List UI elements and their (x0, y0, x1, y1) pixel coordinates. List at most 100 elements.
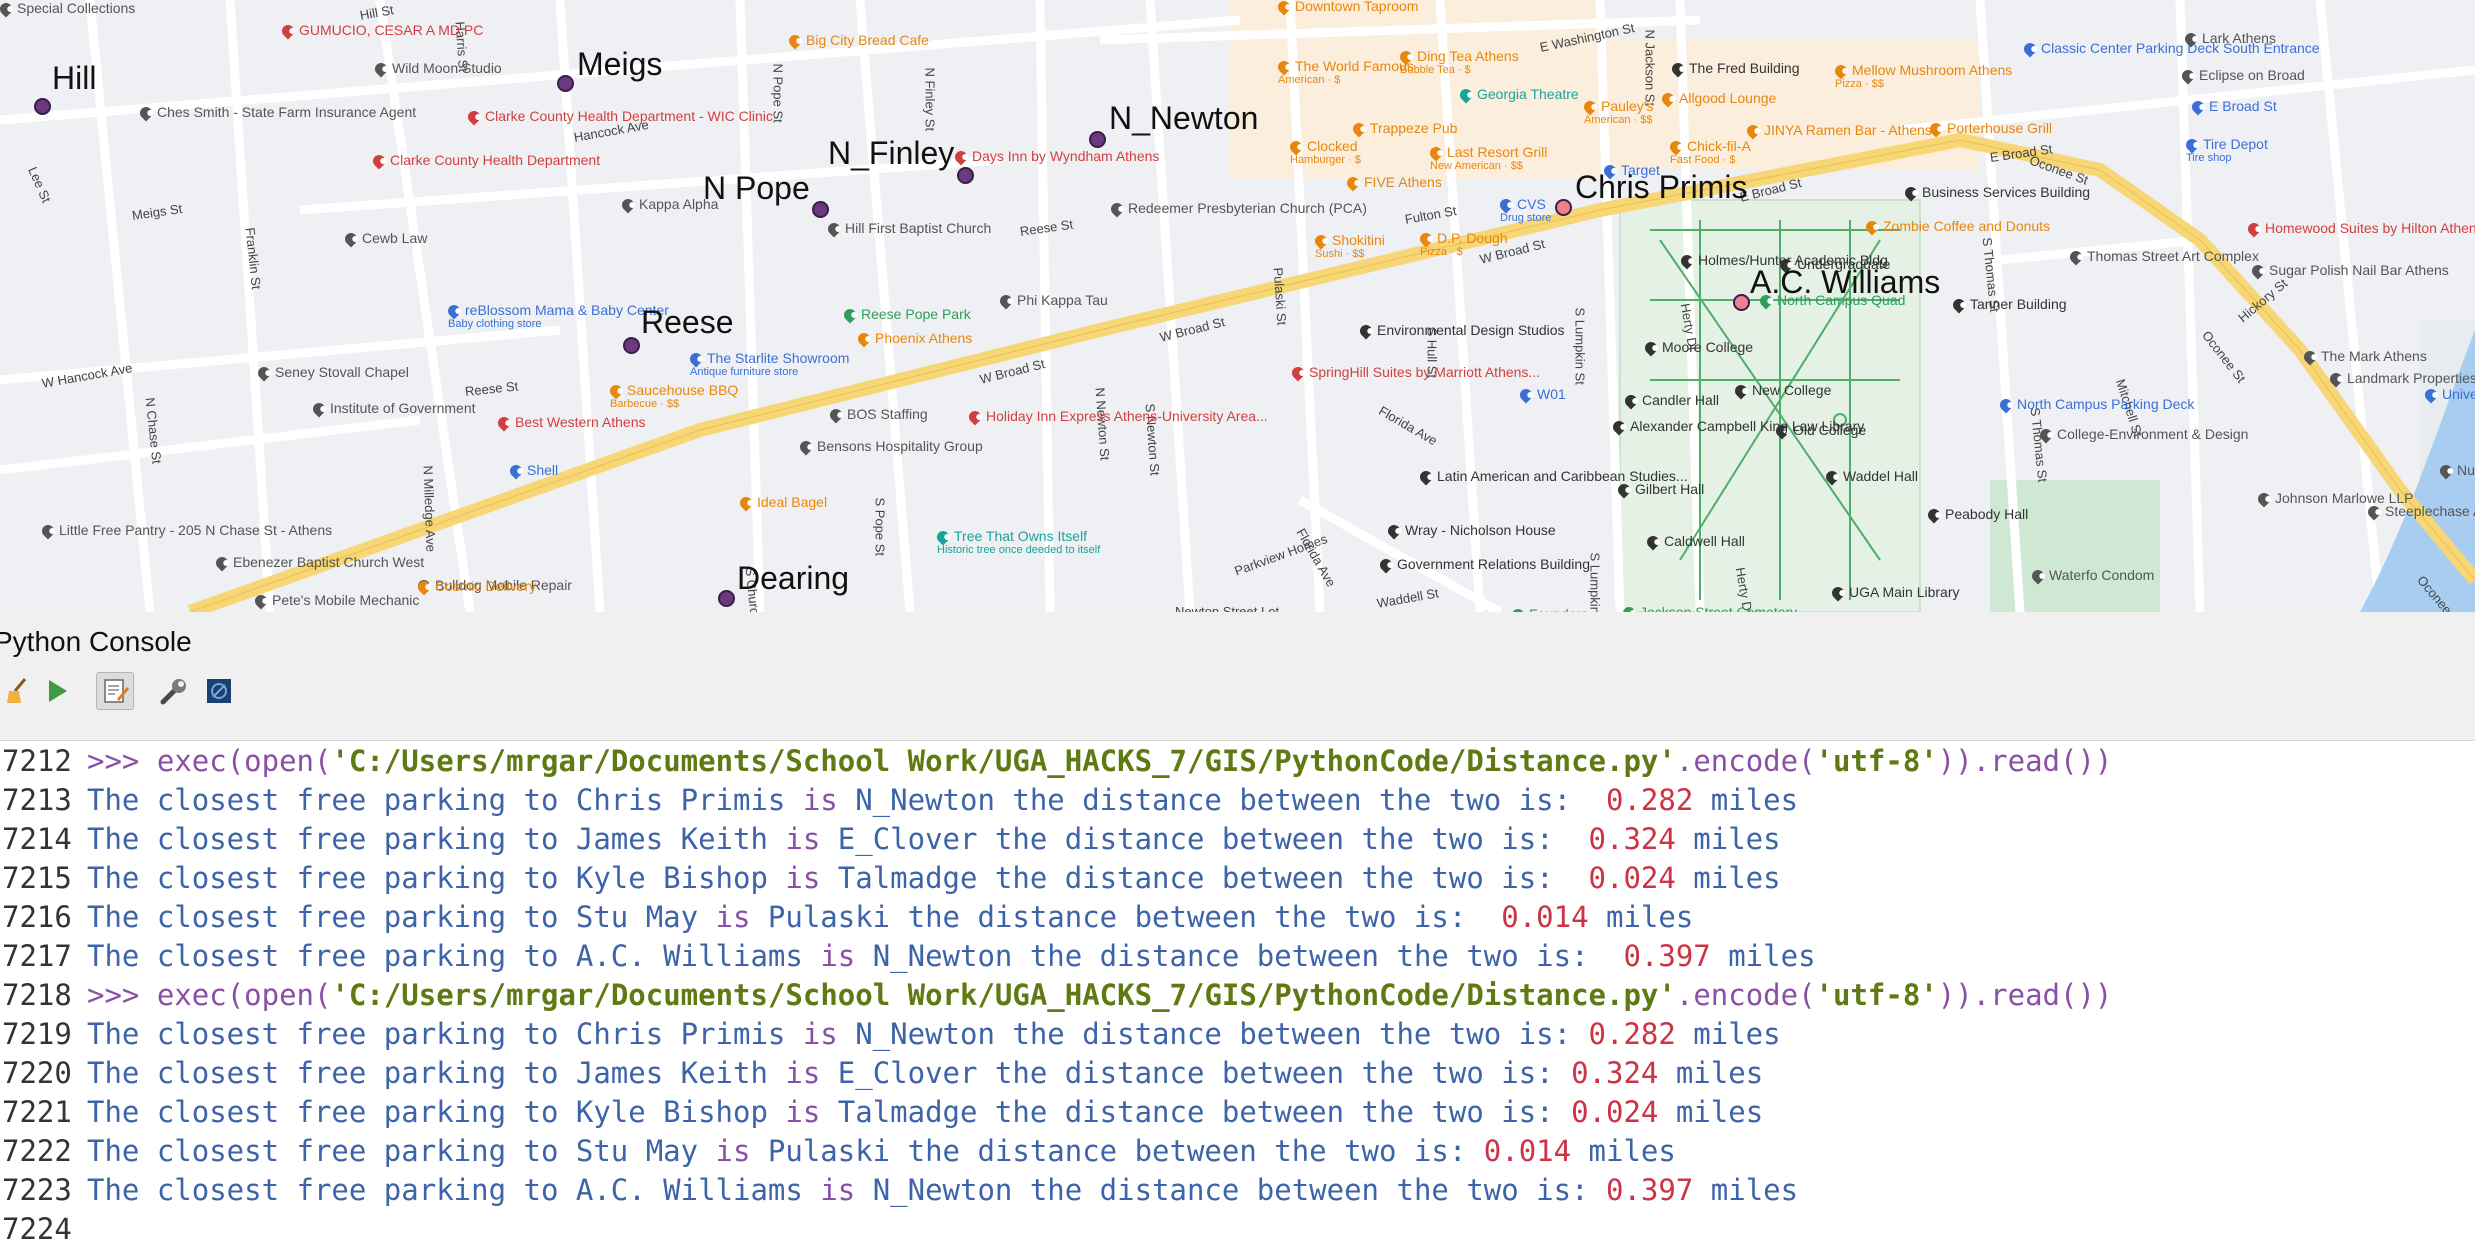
map-point-marker[interactable] (718, 590, 735, 607)
map-poi[interactable]: Wray - Nicholson House (1385, 522, 1556, 540)
map-poi[interactable]: Eclipse on Broad (2179, 67, 2305, 85)
map-poi[interactable]: Peabody Hall (1925, 506, 2028, 524)
map-poi[interactable]: Tree That Owns Itself Historic tree once … (934, 528, 1100, 557)
map-poi[interactable]: Jackson Street Cemetery (1620, 604, 1797, 612)
map-poi[interactable]: Clarke County Health Department - WIC Cl… (465, 108, 773, 126)
map-pin-icon (1385, 522, 1403, 540)
console-output[interactable]: 7212 >>> exec(open('C:/Users/mrgar/Docume… (0, 742, 2475, 1249)
map-poi[interactable]: Cewb Law (342, 230, 427, 248)
map-point-marker[interactable] (557, 75, 574, 92)
map-point-marker[interactable] (1089, 131, 1106, 148)
map-poi[interactable]: Ebenezer Baptist Church West (213, 554, 424, 572)
map-poi[interactable]: Candler Hall (1622, 392, 1719, 410)
map-poi[interactable]: reBlossom Mama & Baby Center Baby clothin… (445, 302, 669, 331)
map-pin-icon (1678, 252, 1696, 270)
map-poi[interactable]: Thomas Street Art Complex (2067, 248, 2259, 266)
map-poi[interactable]: Waterfo Condom (2029, 567, 2154, 585)
settings-button[interactable] (155, 672, 193, 710)
map-point-marker[interactable] (1555, 199, 1572, 216)
map-poi[interactable]: Phi Kappa Tau (997, 292, 1108, 310)
map-poi[interactable]: FIVE Athens (1344, 174, 1442, 192)
map-poi[interactable]: Clocked Hamburger · $ (1287, 138, 1361, 167)
map-poi[interactable]: The Fred Building (1669, 60, 1800, 78)
map-poi[interactable]: Environmental Design Studios (1357, 322, 1565, 340)
map-poi[interactable]: Ding Tea Athens Bubble Tea · $ (1397, 48, 1519, 77)
map-poi[interactable]: Nuci's Space - Musicians Resource Center (2437, 462, 2475, 480)
map-poi[interactable]: Wild Moon Studio (372, 60, 502, 78)
map-poi[interactable]: Allgood Lounge (1659, 90, 1776, 108)
map-poi[interactable]: Landmark Properties (2327, 370, 2475, 388)
map-poi[interactable]: Zombie Coffee and Donuts (1863, 218, 2050, 236)
map-poi[interactable]: Alexander Campbell King Law Library (1610, 418, 1864, 436)
map-poi[interactable]: Redeemer Presbyterian Church (PCA) (1108, 200, 1367, 218)
map-poi[interactable]: Chick-fil-A Fast Food · $ (1667, 138, 1751, 167)
map-point-marker[interactable] (623, 337, 640, 354)
map-poi[interactable]: Reese Pope Park (841, 306, 971, 324)
map-poi[interactable]: Mellow Mushroom Athens Pizza · $$ (1832, 62, 2012, 91)
map-poi[interactable]: Trappeze Pub (1350, 120, 1457, 138)
map-poi[interactable]: College-Environment & Design (2037, 426, 2248, 444)
map-poi[interactable]: The World Famous American · $ (1275, 58, 1414, 87)
map-poi[interactable]: Special Collections (0, 0, 135, 18)
map-point-marker[interactable] (957, 167, 974, 184)
map-poi[interactable]: Clarke County Health Department (370, 152, 600, 170)
map-poi[interactable]: Big City Bread Cafe (786, 32, 929, 50)
map-poi[interactable]: Saucehouse BBQ Barbecue · $$ (607, 382, 738, 411)
map-poi[interactable]: University of Georgia parking lot NO2 (2422, 386, 2475, 404)
map-view[interactable]: W Broad St W Broad St W Broad St E Broad St… (0, 0, 2475, 612)
map-poi[interactable]: E Broad St (2189, 98, 2277, 116)
map-point-marker[interactable] (812, 201, 829, 218)
map-poi[interactable]: W01 (1517, 386, 1566, 404)
show-editor-button[interactable] (96, 672, 134, 710)
map-poi[interactable]: CVS Drug store (1497, 196, 1551, 225)
map-poi[interactable]: Pete's Mobile Mechanic (252, 592, 419, 610)
map-poi[interactable]: Sugar Polish Nail Bar Athens (2249, 262, 2449, 280)
map-poi[interactable]: Little Free Pantry - 205 N Chase St - At… (39, 522, 332, 540)
map-poi[interactable]: Pauley's American · $$ (1581, 98, 1653, 127)
map-poi[interactable]: GUMUCIO, CESAR A MD PC (279, 22, 483, 40)
map-poi[interactable]: Hill First Baptist Church (825, 220, 992, 238)
map-poi[interactable]: Steeplechase Apartments (2365, 503, 2475, 521)
clear-console-button[interactable] (0, 672, 38, 710)
help-button[interactable] (200, 672, 238, 710)
map-poi[interactable]: Cosmic Delivery (415, 578, 536, 596)
map-poi[interactable]: Shokitini Sushi · $$ (1312, 232, 1385, 261)
map-point-marker[interactable] (34, 98, 51, 115)
map-poi[interactable]: Institute of Government (310, 400, 476, 418)
map-poi[interactable]: Government Relations Building (1377, 556, 1590, 574)
map-poi[interactable]: Tanner Building (1950, 296, 2067, 314)
map-poi[interactable]: The Starlite Showroom Antique furniture s… (687, 350, 849, 379)
map-poi[interactable]: North Campus Parking Deck (1997, 396, 2194, 414)
map-poi[interactable]: New College (1732, 382, 1831, 400)
poi-name: Hill First Baptist Church (845, 220, 992, 236)
map-poi[interactable]: Seney Stovall Chapel (255, 364, 409, 382)
map-poi[interactable]: Last Resort Grill New American · $$ (1427, 144, 1547, 173)
map-poi[interactable]: Bensons Hospitality Group (797, 438, 983, 456)
map-poi[interactable]: Homewood Suites by Hilton Athens (2245, 220, 2475, 238)
map-poi[interactable]: BOS Staffing (827, 406, 928, 424)
map-poi[interactable]: Georgia Theatre (1457, 86, 1579, 104)
map-poi[interactable]: Caldwell Hall (1644, 533, 1745, 551)
map-poi[interactable]: SpringHill Suites by Marriott Athens... (1289, 364, 1540, 382)
map-poi[interactable]: Business Services Building (1902, 184, 2090, 202)
map-poi[interactable]: Ideal Bagel (737, 494, 827, 512)
run-command-button[interactable] (38, 672, 76, 710)
map-poi[interactable]: Moore College (1642, 339, 1753, 357)
map-poi[interactable]: Ches Smith - State Farm Insurance Agent (137, 104, 416, 122)
map-poi[interactable]: Waddel Hall (1823, 468, 1918, 486)
map-poi[interactable]: UGA Main Library (1829, 584, 1959, 602)
map-poi[interactable]: Downtown Taproom (1275, 0, 1418, 16)
map-poi[interactable]: Tire Depot Tire shop (2183, 136, 2268, 165)
map-poi[interactable]: Days Inn by Wyndham Athens (952, 148, 1159, 166)
map-poi[interactable]: Porterhouse Grill (1927, 120, 2052, 138)
map-poi[interactable]: Holiday Inn Express Athens-University Ar… (966, 408, 1268, 426)
map-poi[interactable]: Lark Athens (2182, 30, 2276, 48)
map-poi[interactable]: D.P. Dough Pizza · $ (1417, 230, 1508, 259)
map-poi[interactable]: Gilbert Hall (1615, 481, 1704, 499)
map-poi[interactable]: JINYA Ramen Bar - Athens (1744, 122, 1932, 140)
map-point-marker[interactable] (1733, 294, 1750, 311)
map-poi[interactable]: Shell (507, 462, 558, 480)
map-poi[interactable]: Best Western Athens (495, 414, 645, 432)
map-poi[interactable]: Phoenix Athens (855, 330, 972, 348)
map-poi[interactable]: The Mark Athens (2301, 348, 2427, 366)
